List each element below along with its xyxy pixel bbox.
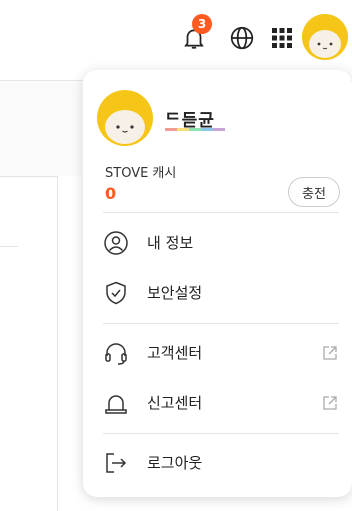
header-icons: 3	[152, 14, 352, 62]
profile-summary: ᄃ듣균	[97, 90, 337, 146]
shield-check-icon	[106, 281, 126, 305]
cash-label: STOVE 캐시	[105, 166, 177, 181]
user-circle-icon	[104, 231, 128, 255]
apps-grid-icon	[272, 28, 292, 48]
avatar	[302, 14, 348, 60]
menu-item-label: 신고센터	[147, 394, 203, 412]
cash-value: 0	[105, 184, 117, 203]
charge-button[interactable]: 충전	[288, 177, 340, 207]
menu-item-label: 내 정보	[147, 234, 194, 252]
menu-item-label: 로그아웃	[147, 454, 203, 472]
background-panel	[0, 176, 58, 511]
menu-item-label: 고객센터	[147, 344, 203, 362]
background-area	[0, 81, 82, 176]
avatar-icon	[97, 90, 153, 146]
siren-icon	[105, 395, 127, 414]
notification-badge: 3	[192, 14, 212, 34]
language-button[interactable]	[224, 14, 260, 62]
top-header: 3	[0, 0, 352, 81]
divider	[103, 433, 339, 434]
nickname-decoration	[165, 128, 225, 131]
background-divider	[0, 246, 18, 247]
menu-item-report-center[interactable]: 신고센터	[103, 382, 339, 422]
notification-button[interactable]: 3	[176, 14, 212, 62]
menu-item-security[interactable]: 보안설정	[103, 272, 339, 312]
profile-avatar-button[interactable]	[302, 14, 348, 60]
profile-avatar	[97, 90, 153, 146]
external-link-icon	[323, 396, 337, 410]
headset-icon	[105, 343, 127, 365]
profile-dropdown: ᄃ듣균 STOVE 캐시 0 충전 내 정보 보안설정 고객센터 신고센터 로그…	[83, 70, 352, 497]
menu-item-my-info[interactable]: 내 정보	[103, 222, 339, 262]
divider	[103, 323, 339, 324]
menu-item-customer-center[interactable]: 고객센터	[103, 332, 339, 372]
menu-item-logout[interactable]: 로그아웃	[103, 442, 339, 482]
menu-item-label: 보안설정	[147, 284, 203, 302]
external-link-icon	[323, 346, 337, 360]
divider	[103, 212, 339, 213]
logout-icon	[106, 453, 127, 473]
apps-button[interactable]	[264, 14, 300, 62]
globe-icon	[230, 26, 254, 50]
